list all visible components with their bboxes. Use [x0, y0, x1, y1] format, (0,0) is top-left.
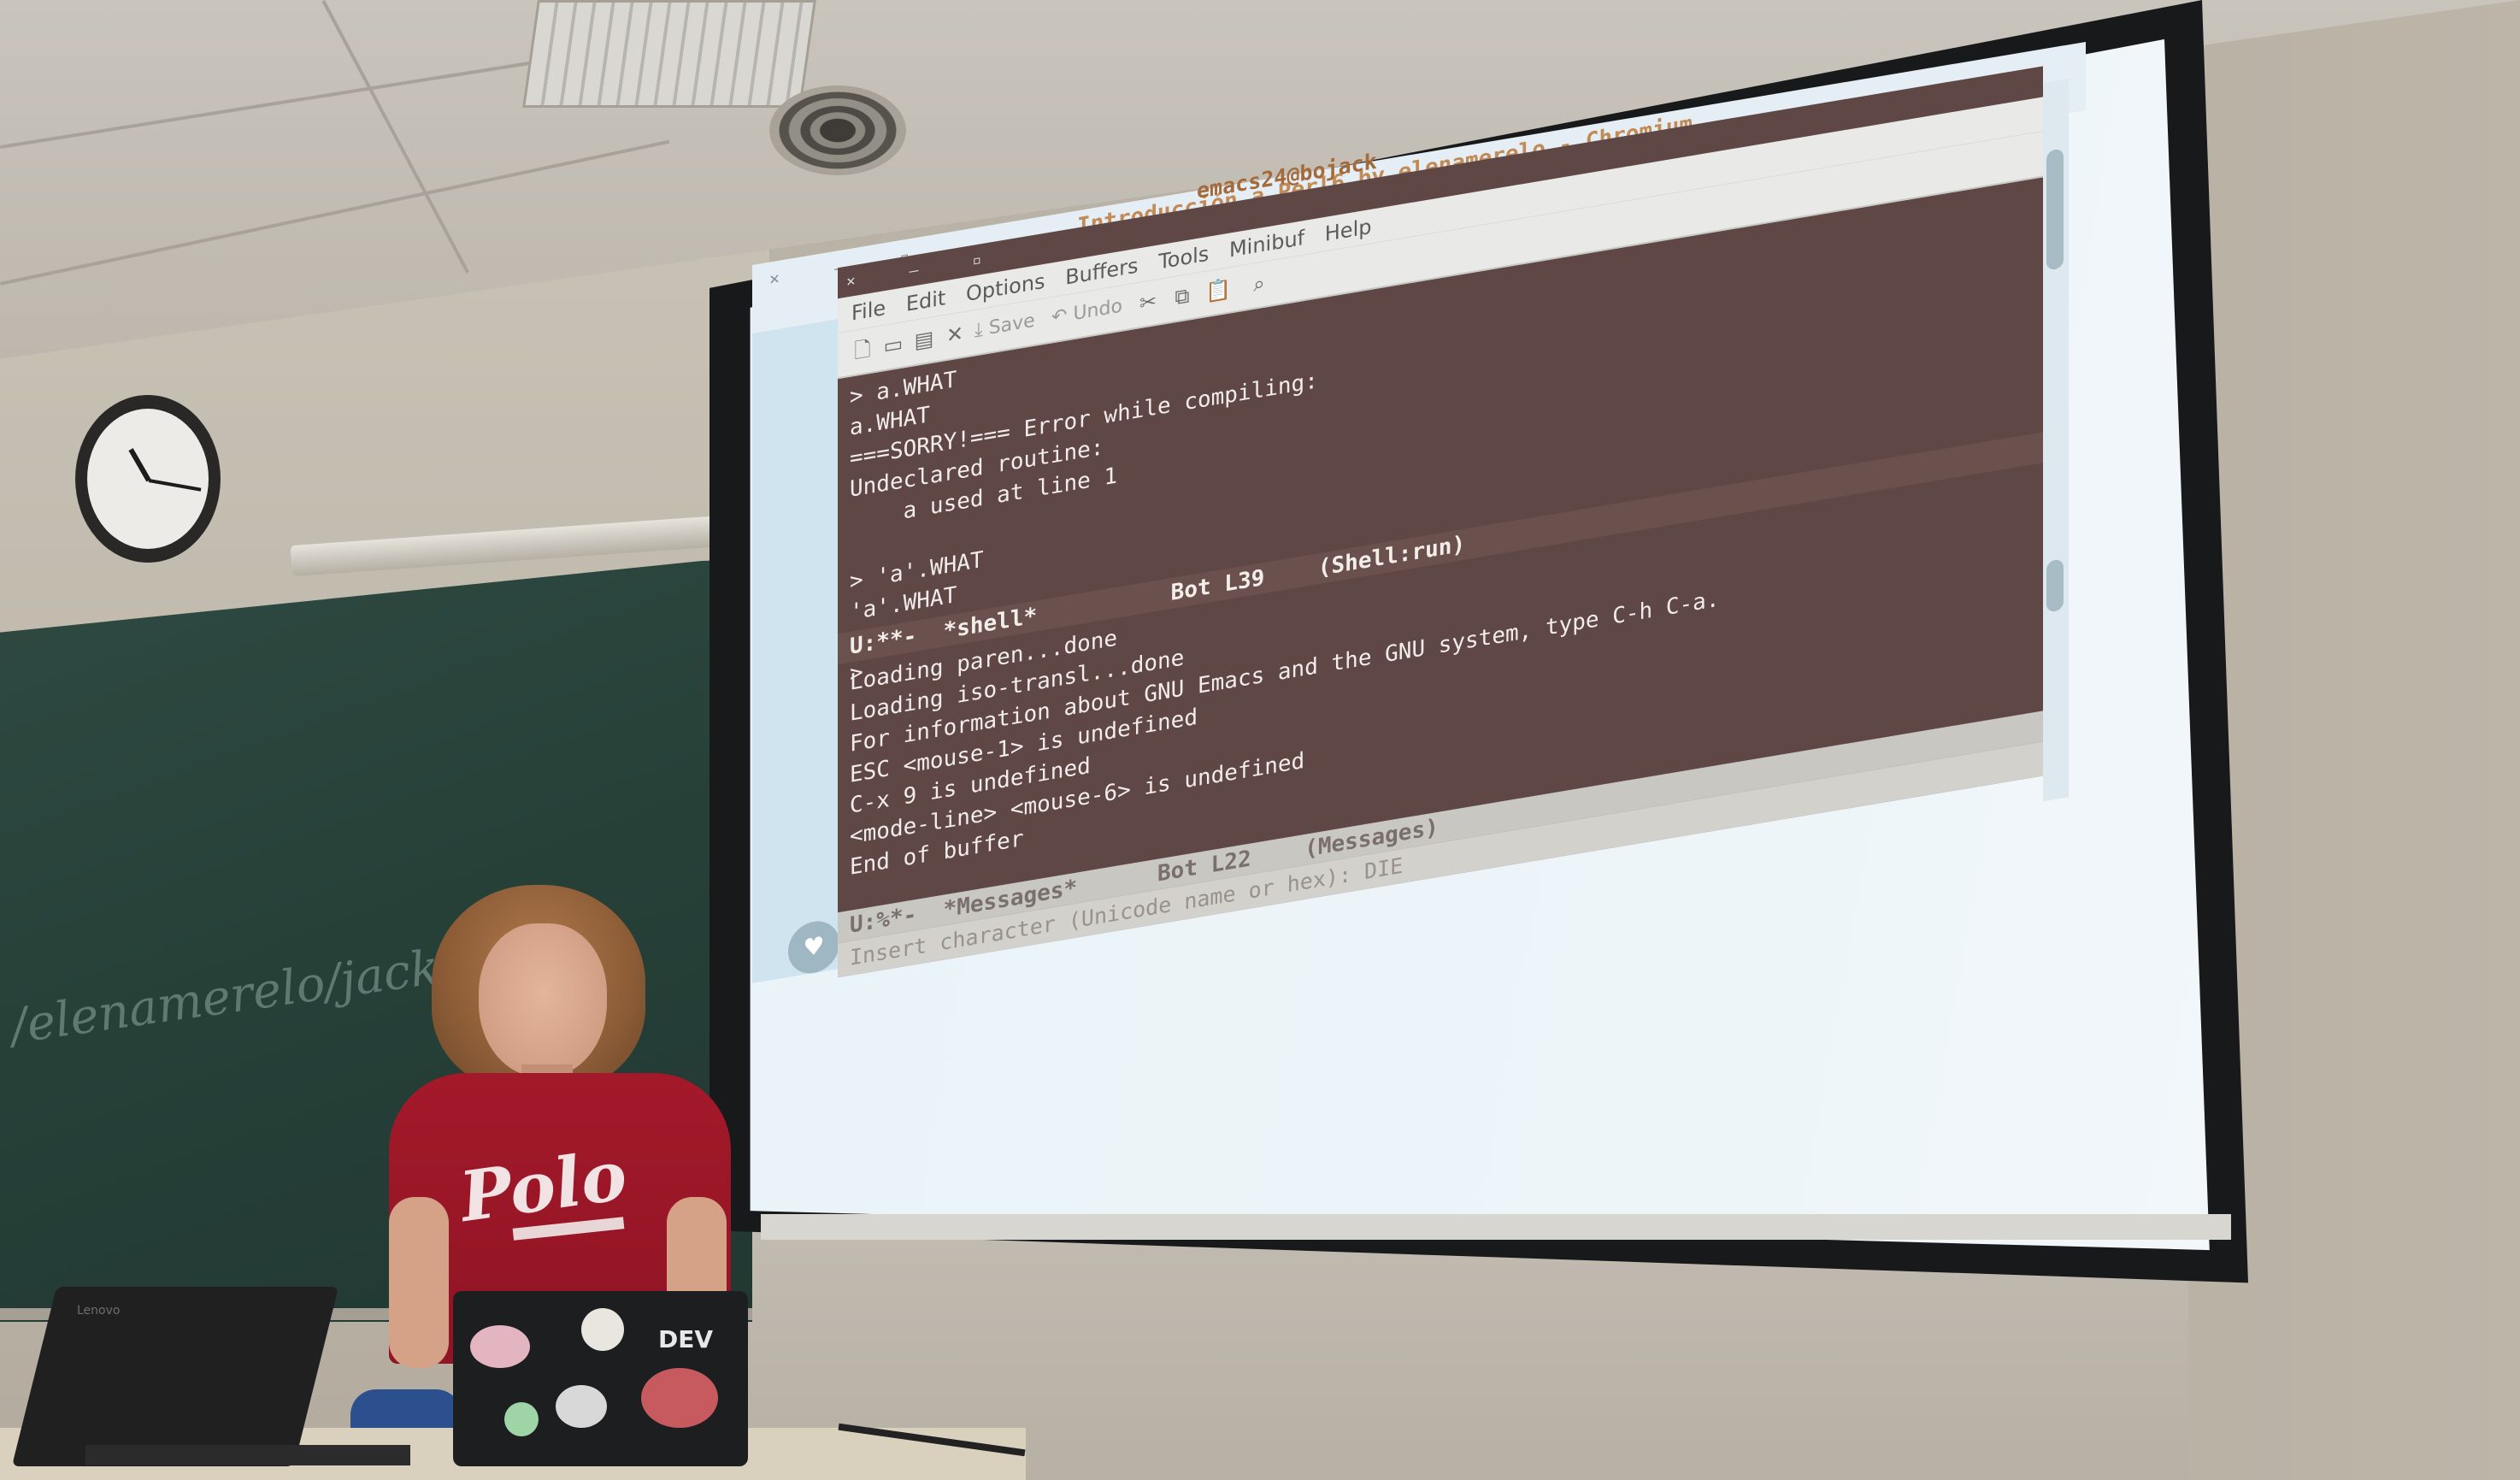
presenter-left-arm: [389, 1197, 449, 1368]
sticker-creature: [556, 1385, 607, 1428]
undo-button[interactable]: ↶ Undo: [1051, 294, 1122, 332]
ceiling-light-panel: [522, 0, 816, 108]
ceiling-air-vent: [769, 85, 906, 175]
laptop-brand-label: Lenovo: [77, 1304, 121, 1318]
new-file-icon[interactable]: 🗋: [851, 335, 874, 364]
cut-icon[interactable]: ✂: [1137, 287, 1159, 316]
undo-label: Undo: [1073, 295, 1122, 326]
sticker-small: [504, 1402, 539, 1436]
menu-file[interactable]: File: [851, 291, 886, 331]
save-button[interactable]: ⤓ Save: [974, 309, 1035, 345]
scrollbar-thumb-lower[interactable]: [2046, 558, 2064, 613]
directory-icon[interactable]: ▤: [913, 325, 935, 354]
laptop-left-base: [85, 1445, 410, 1465]
search-icon[interactable]: ⌕: [1248, 269, 1270, 298]
presenter-face: [479, 923, 607, 1077]
sticker-dev: DEV: [658, 1325, 714, 1353]
close-icon[interactable]: ✕: [944, 320, 966, 349]
emacs-window: × – ▫ File Edit Options Buffers Tools Mi…: [838, 66, 2043, 978]
sticker-round: [470, 1325, 530, 1368]
chromium-page-sidebar: [752, 319, 838, 983]
paste-icon[interactable]: 📋: [1205, 276, 1231, 305]
laptop-left-lid: [11, 1287, 339, 1466]
presenter-laptop-lid: [453, 1291, 748, 1466]
chromium-scrollbar[interactable]: [2043, 79, 2069, 802]
copy-icon[interactable]: ⧉: [1171, 282, 1193, 311]
save-label: Save: [988, 310, 1035, 339]
sticker-pink: [641, 1368, 718, 1428]
open-folder-icon[interactable]: ▭: [882, 330, 904, 359]
scrollbar-thumb[interactable]: [2046, 148, 2064, 271]
sticker-white: [581, 1308, 624, 1351]
screen-bottom-bar: [761, 1214, 2231, 1240]
